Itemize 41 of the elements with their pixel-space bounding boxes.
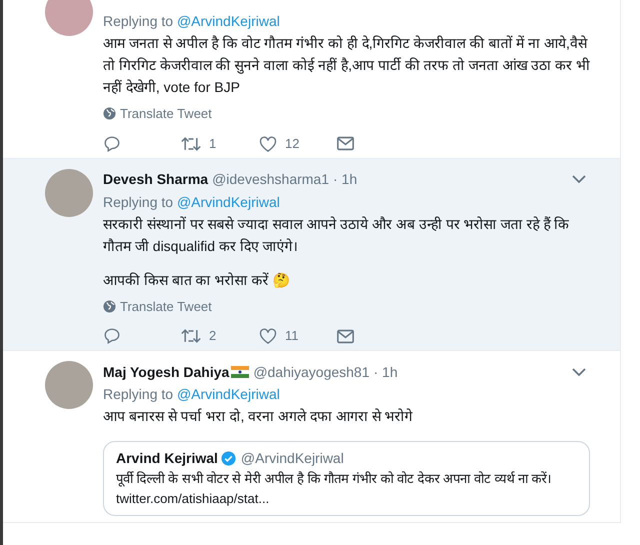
quoted-author-handle: @ArvindKejriwal <box>240 449 344 468</box>
globe-icon <box>103 107 116 120</box>
like-count: 11 <box>285 327 298 346</box>
globe-icon <box>103 300 116 313</box>
heart-icon[interactable] <box>259 136 277 152</box>
quoted-tweet-text: पूर्वी दिल्ली के सभी वोटर से मेरी अपील है कि गौतम गंभीर को वोट देकर अपना वोट व्यर्थ ना करें। twitter.com/atishiaap/stat... <box>116 470 553 508</box>
mention-link[interactable]: @ArvindKejriwal <box>176 13 280 29</box>
replying-to-text: Replying to @ArvindKejriwal <box>103 13 280 29</box>
heart-icon[interactable] <box>259 328 277 344</box>
mention-link[interactable]: @ArvindKejriwal <box>176 386 280 402</box>
tweet-row[interactable] <box>3 158 620 351</box>
mail-icon[interactable] <box>337 328 354 344</box>
quoted-tweet-card[interactable]: Arvind Kejriwal @ArvindKejriwal पूर्वी दिल्ली के सभी वोटर से मेरी अपील है कि गौतम गंभीर को वोट देकर अपना वोट व्यर्थ ना करें। twitter.com/atishiaap/stat... <box>103 441 590 516</box>
avatar-photo-placeholder[interactable] <box>45 361 93 409</box>
author-name[interactable]: Devesh Sharma <box>103 169 208 190</box>
tweet-time[interactable]: · 1h <box>333 169 358 190</box>
chevron-down-icon[interactable] <box>572 368 586 376</box>
reply-icon[interactable] <box>103 134 121 152</box>
tweet-text: आप बनारस से पर्चा भरा दो, वरना अगले दफा आगरा से भरोगे <box>103 407 414 426</box>
replying-to-text: Replying to @ArvindKejriwal <box>103 386 280 402</box>
like-count: 12 <box>285 134 300 153</box>
replying-to-text: Replying to @ArvindKejriwal <box>103 194 280 210</box>
retweet-icon[interactable] <box>181 328 201 344</box>
tweet-text: आम जनता से अपील है कि वोट गौतम गंभीर को ही दे,गिरगिट केजरीवाल की बातों में ना आये,वैसे तो गिरगिट केजरीवाल की सुनने वाला कोई नहीं है,आप पार्टी की तरफ तो जनता आंख उठा कर भी नहीं देखेगी, vote for BJP <box>103 34 590 97</box>
translate-tweet-button[interactable]: Translate Tweet <box>120 104 212 124</box>
author-handle[interactable]: @ideveshsharma1 <box>212 169 329 190</box>
mail-icon[interactable] <box>337 136 354 151</box>
retweet-count: 1 <box>209 134 216 153</box>
retweet-icon[interactable] <box>181 136 201 152</box>
tweet-text: सरकारी संस्थानों पर सबसे ज्यादा सवाल आपने उठाये और अब उन्ही पर भरोसा जता रहे हैं कि गौतम जी disqualifid कर दिए जाएंगे। <box>103 214 570 256</box>
retweet-count: 2 <box>209 327 216 346</box>
quoted-author-name: Arvind Kejriwal <box>116 449 218 468</box>
author-handle[interactable]: @dahiyayogesh81 <box>253 362 370 382</box>
translate-tweet-button[interactable]: Translate Tweet <box>120 296 212 316</box>
tweet-time[interactable]: · 1h <box>374 362 398 382</box>
tweet-row[interactable] <box>3 0 620 158</box>
tweet-text: आपकी किस बात का भरोसा करें 🤔 <box>103 270 290 290</box>
chevron-down-icon[interactable] <box>572 175 586 184</box>
reply-icon[interactable] <box>103 327 121 345</box>
author-name[interactable]: Maj Yogesh Dahiya <box>103 362 230 382</box>
mention-link[interactable]: @ArvindKejriwal <box>176 194 280 210</box>
